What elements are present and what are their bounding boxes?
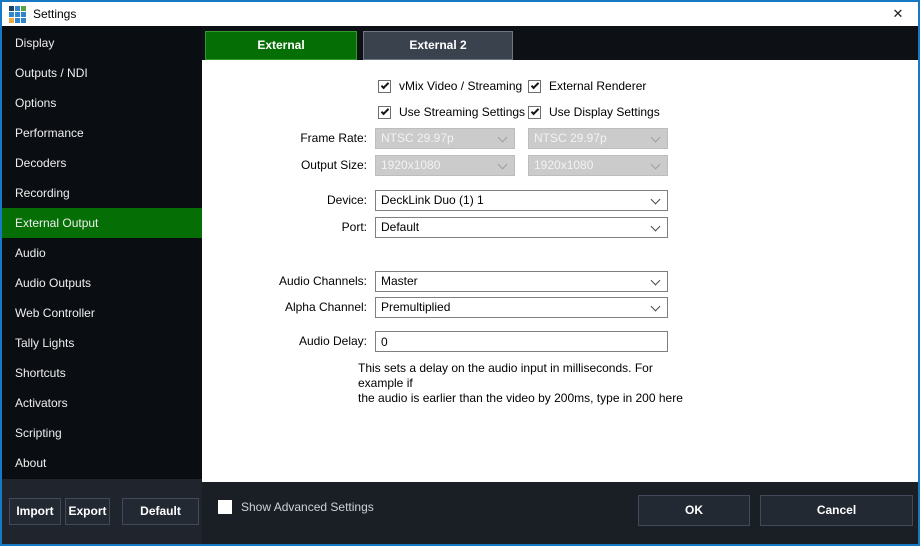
checkbox-label: Use Streaming Settings [399,105,525,119]
help-line-2: the audio is earlier than the video by 2… [358,391,698,406]
output-size-select-2[interactable]: 1920x1080 [528,155,668,176]
selected-value: NTSC 29.97p [381,131,454,145]
output-size-select-1[interactable]: 1920x1080 [375,155,515,176]
frame-rate-select-1[interactable]: NTSC 29.97p [375,128,515,149]
checkbox-checked-icon [378,106,391,119]
checkbox-external-renderer[interactable]: External Renderer [528,79,646,93]
tab-external[interactable]: External [205,31,357,60]
port-label: Port: [202,217,367,238]
tab-strip: External External 2 [202,26,918,60]
sidebar-item-activators[interactable]: Activators [2,388,202,418]
sidebar-item-recording[interactable]: Recording [2,178,202,208]
chevron-down-icon [498,133,508,143]
help-line-1: This sets a delay on the audio input in … [358,361,698,391]
checkbox-use-display-settings[interactable]: Use Display Settings [528,105,660,119]
window-title: Settings [33,2,76,26]
device-select[interactable]: DeckLink Duo (1) 1 [375,190,668,211]
checkbox-use-streaming-settings[interactable]: Use Streaming Settings [378,105,525,119]
audio-delay-label: Audio Delay: [202,331,367,352]
chevron-down-icon [651,276,661,286]
titlebar: Settings ✕ [2,2,918,26]
checkbox-checked-icon [528,106,541,119]
import-button[interactable]: Import [9,498,61,525]
chevron-down-icon [651,302,661,312]
checkbox-vmix-video-streaming[interactable]: vMix Video / Streaming [378,79,522,93]
chevron-down-icon [651,195,661,205]
chevron-down-icon [498,160,508,170]
sidebar-item-performance[interactable]: Performance [2,118,202,148]
show-advanced-settings-checkbox[interactable]: Show Advanced Settings [218,500,374,514]
sidebar-item-about[interactable]: About [2,448,202,478]
selected-value: 1920x1080 [534,158,593,172]
port-select[interactable]: Default [375,217,668,238]
selected-value: Default [381,220,419,234]
audio-delay-input[interactable] [375,331,668,352]
sidebar-item-scripting[interactable]: Scripting [2,418,202,448]
checkbox-label: Use Display Settings [549,105,660,119]
sidebar-item-decoders[interactable]: Decoders [2,148,202,178]
checkbox-label: External Renderer [549,79,646,93]
audio-channels-select[interactable]: Master [375,271,668,292]
checkbox-label: Show Advanced Settings [241,500,374,514]
checkbox-checked-icon [528,80,541,93]
sidebar-item-web-controller[interactable]: Web Controller [2,298,202,328]
cancel-button[interactable]: Cancel [760,495,913,526]
checkbox-label: vMix Video / Streaming [399,79,522,93]
selected-value: DeckLink Duo (1) 1 [381,193,484,207]
alpha-channel-select[interactable]: Premultiplied [375,297,668,318]
audio-channels-label: Audio Channels: [202,271,367,292]
sidebar-item-outputs-ndi[interactable]: Outputs / NDI [2,58,202,88]
device-label: Device: [202,190,367,211]
sidebar: Display Outputs / NDI Options Performanc… [2,26,202,479]
selected-value: NTSC 29.97p [534,131,607,145]
sidebar-footer: Import Export Default [2,479,202,544]
frame-rate-select-2[interactable]: NTSC 29.97p [528,128,668,149]
sidebar-item-options[interactable]: Options [2,88,202,118]
external-output-panel: vMix Video / Streaming External Renderer… [202,60,918,482]
sidebar-item-shortcuts[interactable]: Shortcuts [2,358,202,388]
ok-button[interactable]: OK [638,495,750,526]
sidebar-item-external-output[interactable]: External Output [2,208,202,238]
footer-bar: Show Advanced Settings OK Cancel [202,482,918,544]
chevron-down-icon [651,222,661,232]
sidebar-item-audio-outputs[interactable]: Audio Outputs [2,268,202,298]
alpha-channel-label: Alpha Channel: [202,297,367,318]
vmix-logo-icon [9,6,26,23]
selected-value: Premultiplied [381,300,450,314]
close-icon[interactable]: ✕ [887,2,909,26]
sidebar-item-audio[interactable]: Audio [2,238,202,268]
default-button[interactable]: Default [122,498,199,525]
tab-external-2[interactable]: External 2 [363,31,513,60]
chevron-down-icon [651,133,661,143]
output-size-label: Output Size: [202,155,367,176]
frame-rate-label: Frame Rate: [202,128,367,149]
sidebar-item-display[interactable]: Display [2,28,202,58]
checkbox-unchecked-icon [218,500,232,514]
selected-value: 1920x1080 [381,158,440,172]
checkbox-checked-icon [378,80,391,93]
chevron-down-icon [651,160,661,170]
settings-window: Settings ✕ Display Outputs / NDI Options… [0,0,920,546]
selected-value: Master [381,274,418,288]
export-button[interactable]: Export [65,498,110,525]
audio-delay-help: This sets a delay on the audio input in … [358,361,698,406]
sidebar-item-tally-lights[interactable]: Tally Lights [2,328,202,358]
